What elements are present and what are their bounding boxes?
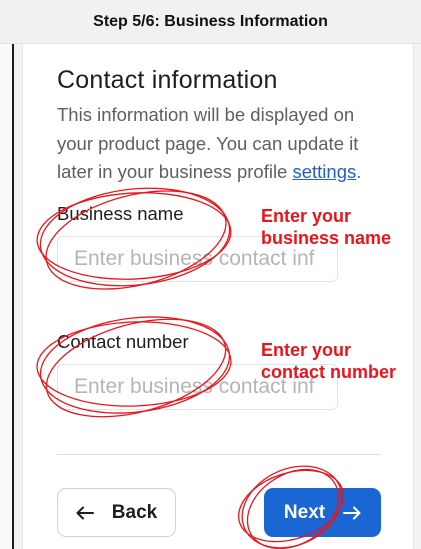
- back-button[interactable]: Back: [57, 488, 176, 537]
- settings-link[interactable]: settings: [292, 161, 356, 182]
- arrow-right-icon: [343, 506, 361, 520]
- business-name-hint: Enter your business name: [261, 205, 391, 249]
- left-panel-edge: [0, 44, 14, 549]
- page: Step 5/6: Business Information Contact i…: [0, 0, 421, 549]
- step-header: Step 5/6: Business Information: [0, 0, 421, 44]
- business-name-label: Business name: [57, 203, 184, 224]
- next-button[interactable]: Next: [264, 488, 381, 537]
- business-name-hint-line-1: Enter your: [261, 206, 352, 226]
- contact-number-hint-line-2: contact number: [261, 362, 397, 382]
- step-title: Step 5/6: Business Information: [93, 12, 328, 30]
- footer-divider: [57, 454, 381, 455]
- form-description: This information will be displayed on yo…: [57, 101, 387, 187]
- contact-number-label: Contact number: [57, 331, 189, 352]
- next-button-label: Next: [283, 501, 326, 523]
- business-name-hint-line-2: business name: [261, 228, 392, 248]
- form-title: Contact information: [57, 66, 278, 94]
- description-end: .: [356, 161, 362, 182]
- arrow-left-icon: [76, 506, 94, 520]
- contact-number-hint-line-1: Enter your: [261, 340, 352, 360]
- contact-number-hint: Enter your contact number: [261, 339, 396, 383]
- back-button-label: Back: [111, 501, 158, 523]
